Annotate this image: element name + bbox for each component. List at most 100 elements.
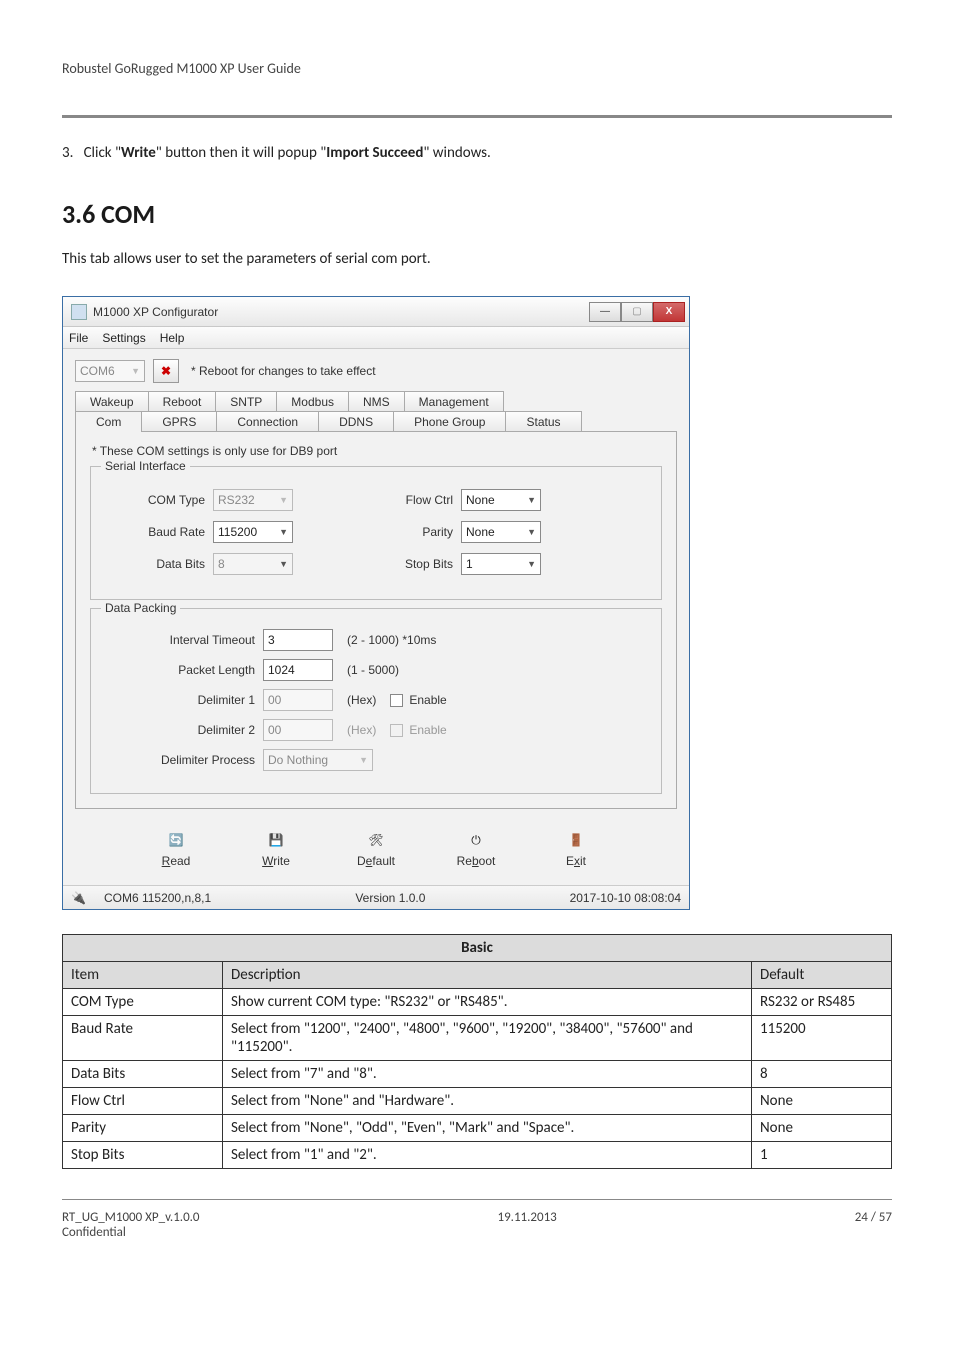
input-interval-timeout[interactable]: 3	[263, 629, 333, 651]
select-com-type: RS232▼	[213, 489, 293, 511]
tabs-bottom-row: Com GPRS Connection DDNS Phone Group Sta…	[75, 411, 677, 432]
checkbox-enable-delimiter-1[interactable]: Enable	[390, 693, 446, 707]
write-button[interactable]: 💾 Write	[244, 828, 308, 869]
select-flow-ctrl[interactable]: None▼	[461, 489, 541, 511]
footer-date: 19.11.2013	[497, 1210, 556, 1240]
group-title-data-packing: Data Packing	[101, 601, 180, 615]
cell-def: RS232 or RS485	[752, 989, 892, 1016]
select-delimiter-process: Do Nothing▼	[263, 749, 373, 771]
hint-interval-timeout: (2 - 1000) *10ms	[347, 633, 436, 647]
tabs-top-row: Wakeup Reboot SNTP Modbus NMS Management	[75, 391, 677, 412]
select-parity[interactable]: None▼	[461, 521, 541, 543]
label-interval-timeout: Interval Timeout	[105, 633, 255, 647]
cell-desc: Select from "1200", "2400", "4800", "960…	[223, 1016, 752, 1061]
doc-header: Robustel GoRugged M1000 XP User Guide	[62, 60, 892, 81]
table-row: Parity Select from "None", "Odd", "Even"…	[63, 1115, 892, 1142]
table-title: Basic	[63, 935, 892, 962]
status-connection-icon: 🔌	[71, 891, 86, 905]
menu-help[interactable]: Help	[160, 331, 185, 345]
titlebar: M1000 XP Configurator — ▢ X	[63, 297, 689, 327]
cell-item: Stop Bits	[63, 1142, 223, 1169]
status-version: Version 1.0.0	[355, 891, 425, 905]
label-delimiter-2: Delimiter 2	[105, 723, 255, 737]
input-delimiter-2: 00	[263, 719, 333, 741]
maximize-button[interactable]: ▢	[621, 302, 653, 322]
group-serial-interface: Serial Interface COM Type RS232▼ Flow Ct…	[90, 466, 662, 600]
tab-wakeup[interactable]: Wakeup	[75, 391, 149, 412]
minimize-button[interactable]: —	[589, 302, 621, 322]
page-footer: RT_UG_M1000 XP_v.1.0.0 Confidential 19.1…	[62, 1199, 892, 1240]
select-stop-bits[interactable]: 1▼	[461, 553, 541, 575]
stop-bits-value: 1	[466, 557, 473, 571]
delimiter-process-value: Do Nothing	[268, 753, 328, 767]
step-3-text: 3. Click "Write" button then it will pop…	[62, 144, 892, 162]
cell-def: 1	[752, 1142, 892, 1169]
tab-ddns[interactable]: DDNS	[318, 411, 394, 432]
tab-sntp[interactable]: SNTP	[215, 391, 277, 412]
app-icon	[71, 304, 87, 320]
cell-def: None	[752, 1088, 892, 1115]
label-delimiter-process: Delimiter Process	[105, 753, 255, 767]
tab-status[interactable]: Status	[505, 411, 581, 432]
enable-label-1: Enable	[409, 693, 446, 707]
cell-def: 115200	[752, 1016, 892, 1061]
checkbox-enable-delimiter-2: Enable	[390, 723, 446, 737]
tab-connection[interactable]: Connection	[216, 411, 319, 432]
tab-management[interactable]: Management	[404, 391, 504, 412]
close-button[interactable]: X	[653, 302, 685, 322]
select-data-bits: 8▼	[213, 553, 293, 575]
input-packet-length[interactable]: 1024	[263, 659, 333, 681]
reboot-button[interactable]: ⏻ Reboot	[444, 828, 508, 869]
status-port: COM6 115200,n,8,1	[104, 891, 211, 905]
menu-settings[interactable]: Settings	[102, 331, 145, 345]
parity-value: None	[466, 525, 495, 539]
cell-desc: Show current COM type: "RS232" or "RS485…	[223, 989, 752, 1016]
tab-reboot[interactable]: Reboot	[148, 391, 217, 412]
footer-page: 24 / 57	[855, 1210, 892, 1240]
footer-rule	[62, 1199, 892, 1200]
exit-button[interactable]: 🚪 Exit	[544, 828, 608, 869]
label-stop-bits: Stop Bits	[333, 557, 453, 571]
col-default: Default	[752, 962, 892, 989]
tab-phone-group[interactable]: Phone Group	[393, 411, 506, 432]
section-heading-3-6: 3.6 COM	[62, 198, 892, 230]
com-type-value: RS232	[218, 493, 255, 507]
reboot-note: * Reboot for changes to take effect	[191, 364, 376, 378]
label-delimiter-1: Delimiter 1	[105, 693, 255, 707]
menu-file[interactable]: File	[69, 331, 88, 345]
tab-nms[interactable]: NMS	[348, 391, 405, 412]
table-row: Stop Bits Select from "1" and "2". 1	[63, 1142, 892, 1169]
hex-label-1: (Hex)	[347, 693, 376, 707]
footer-confidential: Confidential	[62, 1225, 200, 1240]
table-row: Data Bits Select from "7" and "8". 8	[63, 1061, 892, 1088]
label-parity: Parity	[333, 525, 453, 539]
table-row: COM Type Show current COM type: "RS232" …	[63, 989, 892, 1016]
cell-desc: Select from "None" and "Hardware".	[223, 1088, 752, 1115]
data-bits-value: 8	[218, 557, 225, 571]
group-data-packing: Data Packing Interval Timeout 3 (2 - 100…	[90, 608, 662, 794]
enable-label-2: Enable	[409, 723, 446, 737]
cell-def: 8	[752, 1061, 892, 1088]
col-item: Item	[63, 962, 223, 989]
disconnect-button[interactable]: ✖	[153, 359, 179, 383]
tab-modbus[interactable]: Modbus	[276, 391, 349, 412]
label-com-type: COM Type	[105, 493, 205, 507]
select-baud-rate[interactable]: 115200▼	[213, 521, 293, 543]
tab-gprs[interactable]: GPRS	[141, 411, 217, 432]
flow-ctrl-value: None	[466, 493, 495, 507]
tab-com[interactable]: Com	[75, 411, 142, 432]
cell-desc: Select from "7" and "8".	[223, 1061, 752, 1088]
reboot-icon: ⏻	[462, 828, 490, 852]
footer-doc-id: RT_UG_M1000 XP_v.1.0.0	[62, 1210, 200, 1225]
cell-item: Parity	[63, 1115, 223, 1142]
cell-desc: Select from "None", "Odd", "Even", "Mark…	[223, 1115, 752, 1142]
db9-note: * These COM settings is only use for DB9…	[92, 444, 662, 458]
exit-icon: 🚪	[562, 828, 590, 852]
com-port-value: COM6	[80, 364, 115, 378]
status-bar: 🔌 COM6 115200,n,8,1 Version 1.0.0 2017-1…	[63, 885, 689, 909]
read-button[interactable]: 🔄 Read	[144, 828, 208, 869]
bottom-toolbar: 🔄 Read 💾 Write 🛠 Default ⏻ Reboot 🚪	[75, 828, 677, 869]
status-time: 2017-10-10 08:08:04	[570, 891, 681, 905]
configurator-window: M1000 XP Configurator — ▢ X File Setting…	[62, 296, 690, 910]
default-button[interactable]: 🛠 Default	[344, 828, 408, 869]
